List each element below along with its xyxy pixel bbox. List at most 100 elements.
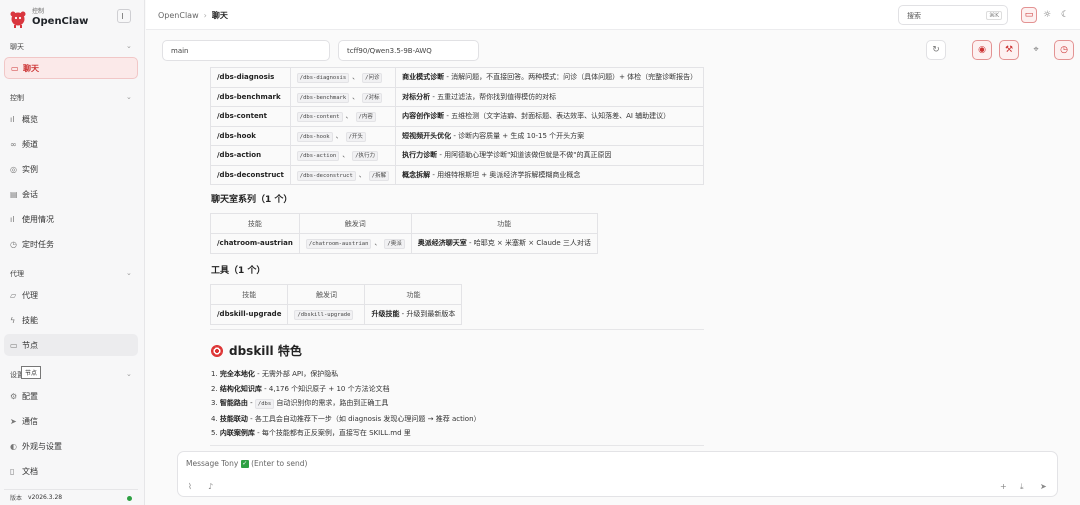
book-icon: ▯	[10, 466, 15, 476]
sidebar-item-docs[interactable]: ▯ 文档	[4, 460, 138, 482]
folder-icon: ▱	[10, 290, 17, 300]
trigger-cell: /dbs-benchmark、/对标	[289, 86, 397, 107]
focus-icon[interactable]: ⌖	[1026, 40, 1046, 60]
model-select[interactable]: tcff90/Qwen3.5-9B-AWQ	[338, 40, 479, 61]
table-header: 功能	[410, 213, 598, 234]
topbar: OpenClaw › 聊天 搜索 ⌘K ▭ ☼ ☾	[146, 0, 1080, 30]
microphone-icon[interactable]: ♪	[208, 482, 213, 491]
sidebar-item-config[interactable]: ⚙ 配置	[4, 385, 138, 407]
sidebar-item-label: 通信	[22, 416, 38, 426]
sidebar-item-label: 频道	[22, 139, 38, 149]
history-icon[interactable]: ◷	[1054, 40, 1074, 60]
breadcrumb-current: 聊天	[211, 11, 228, 20]
sidebar-item-comms[interactable]: ➤ 通信	[4, 410, 138, 432]
document-icon: ▤	[10, 189, 18, 199]
skill-cell: /chatroom-austrian	[210, 233, 300, 254]
trigger-code: /dbs-hook	[296, 131, 333, 142]
sidebar-item-instances[interactable]: ◎ 实例	[4, 158, 138, 180]
sidebar-item-nodes[interactable]: ▭ 节点	[4, 334, 138, 356]
function-name: 商业模式诊断	[402, 73, 445, 82]
download-icon[interactable]: ⤓	[1020, 482, 1024, 492]
attach-icon[interactable]: ⌇	[188, 482, 192, 491]
skill-cell: /dbs-action	[210, 145, 291, 166]
feature-name: 智能路由	[219, 399, 248, 407]
skill-cell: /dbskill-upgrade	[209, 304, 289, 325]
search-shortcut: ⌘K	[986, 11, 1002, 20]
search-input[interactable]: 搜索 ⌘K	[898, 5, 1008, 25]
brand[interactable]: 控制 OpenClaw	[8, 8, 88, 28]
sidebar-item-label: 聊天	[23, 63, 39, 73]
function-name: 短视频开头优化	[402, 131, 452, 140]
placeholder-prefix: Message Tony	[186, 459, 239, 468]
function-desc: - 升级到最新版本	[399, 310, 456, 319]
moon-icon[interactable]: ☾	[1057, 7, 1073, 23]
collapse-sidebar-button[interactable]	[117, 9, 131, 23]
feature-name: 内联案例库	[219, 429, 255, 437]
sidebar-item-sessions[interactable]: ▤ 会话	[4, 183, 138, 205]
sidebar-item-cron[interactable]: ◷ 定时任务	[4, 233, 138, 255]
function-cell: 对标分析 - 五重过滤法，帮你找到值得模仿的对标	[395, 86, 705, 107]
breadcrumb-root[interactable]: OpenClaw	[158, 11, 199, 20]
section-control[interactable]: 控制	[10, 93, 24, 103]
target-icon	[211, 344, 223, 357]
chatroom-skills-table: 技能 触发词 功能 /chatroom-austrian/chatroom-au…	[210, 213, 598, 254]
feature-name: 技能联动	[219, 414, 248, 423]
list-separator: 、	[345, 112, 353, 121]
sidebar-item-overview[interactable]: ıl 概览	[4, 108, 138, 130]
sidebar-item-label: 概览	[22, 114, 38, 124]
section-agents[interactable]: 代理	[10, 269, 24, 279]
sidebar-item-agents[interactable]: ▱ 代理	[4, 284, 138, 306]
session-select[interactable]: main	[162, 40, 330, 61]
trigger-code: /开头	[345, 131, 366, 142]
chevron-down-icon[interactable]: ⌄	[126, 42, 132, 50]
message-input[interactable]: Message Tony ✓ (Enter to send)	[186, 459, 307, 468]
trigger-cell: /dbs-content、/内容	[289, 106, 397, 127]
refresh-icon[interactable]: ↻	[926, 40, 946, 60]
list-separator: 、	[352, 92, 360, 101]
sidebar-item-skills[interactable]: ϟ 技能	[4, 309, 138, 331]
function-desc: - 五重过滤法，帮你找到值得模仿的对标	[430, 92, 557, 101]
table-row: /dbs-diagnosis/dbs-diagnosis、/问诊 商业模式诊断 -…	[210, 67, 705, 88]
tooltip: 节点	[21, 366, 42, 379]
trigger-cell: /chatroom-austrian、/奥派	[298, 233, 412, 254]
monitor-icon[interactable]: ▭	[1021, 7, 1037, 23]
function-cell: 执行力诊断 - 用阿德勒心理学诊断"知道该做但就是不做"的真正原因	[395, 145, 705, 166]
skill-cell: /dbs-content	[210, 106, 291, 127]
check-icon: ✓	[240, 460, 249, 468]
table-row: /dbs-benchmark/dbs-benchmark、/对标 对标分析 - 五…	[210, 86, 705, 107]
openclaw-logo-icon	[10, 11, 26, 28]
sidebar-item-usage[interactable]: ıl 使用情况	[4, 208, 138, 230]
function-cell: 升级技能 - 升级到最新版本	[364, 304, 463, 325]
wrench-icon[interactable]: ⚒	[999, 40, 1019, 60]
function-cell: 短视频开头优化 - 诊断内容质量 + 生成 10-15 个开头方案	[395, 125, 705, 146]
chevron-down-icon[interactable]: ⌄	[126, 93, 132, 101]
list-separator: 、	[352, 73, 360, 82]
breadcrumb-separator: ›	[203, 11, 207, 20]
trigger-code: /dbs-action	[296, 151, 340, 162]
sidebar-item-appearance[interactable]: ◐ 外观与设置	[4, 435, 138, 457]
diagnosis-skills-table: /dbs-diagnosis/dbs-diagnosis、/问诊 商业模式诊断 -…	[210, 67, 705, 185]
trigger-cell: /dbs-diagnosis、/问诊	[289, 67, 397, 88]
section-chat[interactable]: 聊天	[10, 42, 24, 52]
feature-desc: - 无需外部 API，保护隐私	[254, 370, 339, 378]
list-item: 4. 技能联动 - 各工具会自动推荐下一步（如 diagnosis 发现心理问题…	[211, 412, 481, 427]
sun-icon[interactable]: ☼	[1039, 7, 1055, 23]
trigger-code: /dbs-content	[296, 112, 343, 123]
brain-icon[interactable]: ◉	[972, 40, 992, 60]
table-row: /dbs-hook/dbs-hook、/开头 短视频开头优化 - 诊断内容质量 +…	[210, 125, 705, 146]
list-separator: 、	[358, 170, 366, 179]
add-icon[interactable]: +	[1000, 482, 1007, 491]
sidebar-item-label: 会话	[22, 189, 38, 199]
sidebar-item-chat[interactable]: ▭ 聊天	[4, 57, 138, 79]
features-heading: dbskill 特色	[211, 342, 302, 359]
chevron-down-icon[interactable]: ⌄	[126, 370, 132, 378]
message-composer[interactable]: Message Tony ✓ (Enter to send) ⌇ ♪ + ⤓ ➤	[177, 451, 1058, 497]
sidebar-item-label: 使用情况	[22, 214, 54, 224]
sidebar-item-channels[interactable]: ∞ 频道	[4, 133, 138, 155]
tools-heading: 工具（1 个）	[211, 266, 266, 276]
brand-name: OpenClaw	[32, 16, 89, 27]
send-icon[interactable]: ➤	[1040, 482, 1047, 491]
table-header: 触发词	[287, 284, 366, 305]
chevron-down-icon[interactable]: ⌄	[126, 269, 132, 277]
sidebar-item-label: 代理	[22, 290, 38, 300]
